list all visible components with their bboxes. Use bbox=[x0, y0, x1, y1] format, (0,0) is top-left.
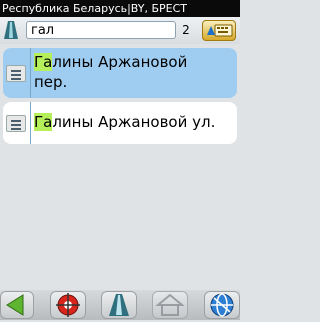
back-arrow-icon bbox=[6, 294, 24, 316]
search-bar: гал 2 bbox=[0, 17, 240, 44]
back-button[interactable] bbox=[0, 291, 34, 319]
match-highlight: Га bbox=[34, 53, 53, 71]
list-item[interactable]: Галины Аржановой пер. bbox=[3, 48, 237, 98]
result-list: Галины Аржановой пер. Галины Аржановой у… bbox=[0, 44, 240, 290]
result-text: Галины Аржановой пер. bbox=[34, 53, 188, 91]
list-item[interactable]: Галины Аржановой ул. bbox=[3, 102, 237, 144]
title-bar: Республика Беларусь|BY, БРЕСТ bbox=[0, 0, 240, 17]
keyboard-button[interactable] bbox=[202, 20, 236, 41]
road-icon bbox=[109, 294, 129, 316]
compass-target-icon bbox=[56, 293, 80, 317]
match-highlight: Га bbox=[34, 113, 53, 131]
search-input[interactable]: гал bbox=[26, 21, 176, 39]
compass-button[interactable] bbox=[50, 291, 86, 319]
bottom-toolbar bbox=[0, 290, 240, 320]
result-text: Галины Аржановой ул. bbox=[34, 113, 216, 131]
home-icon bbox=[155, 293, 185, 316]
road-icon[interactable] bbox=[4, 21, 18, 39]
home-button[interactable] bbox=[152, 291, 188, 319]
location-title: Республика Беларусь|BY, БРЕСТ bbox=[2, 2, 187, 15]
road-button[interactable] bbox=[101, 291, 137, 319]
document-list-icon bbox=[6, 115, 26, 132]
document-list-icon bbox=[6, 65, 26, 82]
row-separator bbox=[30, 102, 31, 144]
row-separator bbox=[30, 48, 31, 98]
globe-button[interactable] bbox=[204, 291, 240, 319]
result-count: 2 bbox=[182, 23, 190, 37]
globe-icon bbox=[210, 293, 234, 317]
keyboard-icon bbox=[207, 24, 233, 37]
